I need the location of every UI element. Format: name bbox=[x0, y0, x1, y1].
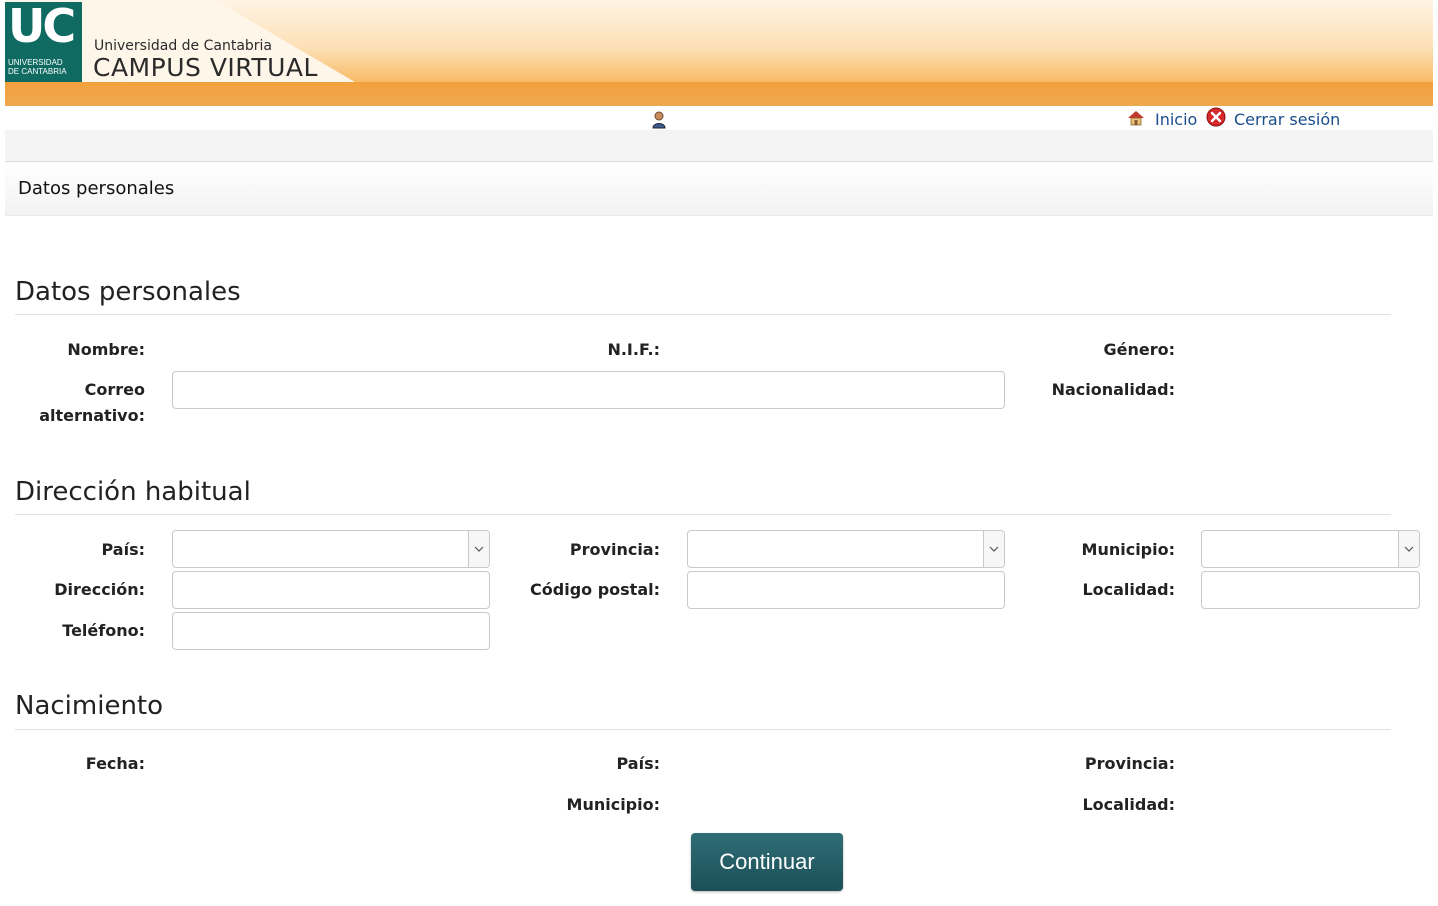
page: UC UNIVERSIDAD DE CANTABRIA Universidad … bbox=[5, 0, 1433, 906]
label-localidad: Localidad: bbox=[1082, 580, 1175, 599]
label-municipio: Municipio: bbox=[1081, 540, 1175, 559]
site-title: CAMPUS VIRTUAL bbox=[93, 53, 318, 82]
heading-address: Dirección habitual bbox=[15, 477, 251, 507]
logo-line2: DE CANTABRIA bbox=[8, 67, 67, 76]
telefono-input[interactable] bbox=[172, 612, 490, 650]
label-provincia: Provincia: bbox=[569, 540, 660, 559]
toolbar-band bbox=[5, 130, 1433, 162]
logo-mark: UC bbox=[8, 0, 76, 53]
university-name: Universidad de Cantabria bbox=[94, 38, 273, 54]
label-telefono: Teléfono: bbox=[62, 621, 145, 640]
label-pais-nacimiento: País: bbox=[616, 754, 661, 773]
user-icon[interactable] bbox=[651, 111, 667, 129]
divider bbox=[15, 729, 1391, 730]
localidad-input[interactable] bbox=[1201, 571, 1420, 609]
home-link[interactable]: Inicio bbox=[1155, 110, 1197, 129]
logout-link[interactable]: Cerrar sesión bbox=[1234, 110, 1340, 129]
heading-personal: Datos personales bbox=[15, 277, 241, 307]
label-correo: Correo alternativo: bbox=[25, 377, 145, 429]
label-nif: N.I.F.: bbox=[607, 340, 660, 359]
label-genero: Género: bbox=[1103, 340, 1175, 359]
label-nombre: Nombre: bbox=[67, 340, 145, 359]
home-icon[interactable] bbox=[1127, 109, 1145, 127]
heading-birth: Nacimiento bbox=[15, 691, 164, 721]
logo-subtitle: UNIVERSIDAD DE CANTABRIA bbox=[8, 58, 80, 76]
divider bbox=[15, 514, 1391, 515]
label-codigo-postal: Código postal: bbox=[530, 580, 660, 599]
correo-alternativo-input[interactable] bbox=[172, 371, 1005, 409]
chevron-down-icon[interactable] bbox=[1398, 531, 1419, 567]
chevron-down-icon[interactable] bbox=[983, 531, 1004, 567]
label-provincia-nacimiento: Provincia: bbox=[1084, 754, 1175, 773]
label-correo-line2: alternativo: bbox=[39, 406, 145, 425]
label-correo-line1: Correo bbox=[84, 380, 145, 399]
label-pais: País: bbox=[101, 540, 146, 559]
municipio-select[interactable] bbox=[1201, 530, 1420, 568]
section-title: Datos personales bbox=[18, 178, 175, 199]
university-logo[interactable]: UC UNIVERSIDAD DE CANTABRIA bbox=[5, 0, 82, 82]
logo-line1: UNIVERSIDAD bbox=[8, 58, 63, 67]
label-nacionalidad: Nacionalidad: bbox=[1051, 380, 1175, 399]
divider bbox=[15, 314, 1391, 315]
header-band bbox=[5, 82, 1433, 106]
label-localidad-nacimiento: Localidad: bbox=[1082, 795, 1175, 814]
site-header: UC UNIVERSIDAD DE CANTABRIA Universidad … bbox=[5, 0, 1433, 106]
label-municipio-nacimiento: Municipio: bbox=[566, 795, 660, 814]
direccion-input[interactable] bbox=[172, 571, 490, 609]
chevron-down-icon[interactable] bbox=[468, 531, 489, 567]
codigo-postal-input[interactable] bbox=[687, 571, 1005, 609]
label-fecha: Fecha: bbox=[85, 754, 145, 773]
provincia-select[interactable] bbox=[687, 530, 1005, 568]
section-header: Datos personales bbox=[5, 162, 1433, 216]
continue-button[interactable]: Continuar bbox=[691, 833, 843, 891]
label-direccion: Dirección: bbox=[54, 580, 145, 599]
pais-select[interactable] bbox=[172, 530, 490, 568]
close-circle-icon[interactable] bbox=[1206, 107, 1226, 127]
